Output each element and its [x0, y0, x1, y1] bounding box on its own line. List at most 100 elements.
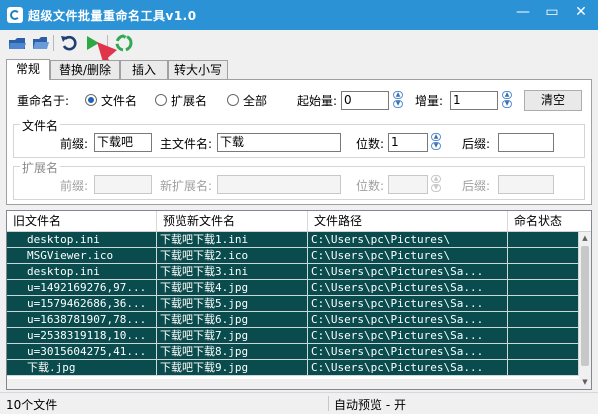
new-extension-input[interactable]: [217, 175, 341, 194]
cell-new-name: 下载吧下载6.jpg: [157, 312, 308, 328]
title-bar[interactable]: 超级文件批量重命名工具v1.0 — ▭ ✕: [0, 0, 598, 30]
tab-insert[interactable]: 插入: [120, 60, 168, 80]
cell-new-name: 下载吧下载2.ico: [157, 248, 308, 264]
radio-extension[interactable]: [155, 94, 167, 106]
minimize-button[interactable]: —: [508, 0, 538, 24]
table-row[interactable]: u=3015604275,41... 下载吧下载8.jpg C:\Users\pc\…: [7, 344, 579, 360]
scroll-thumb[interactable]: [581, 246, 589, 366]
start-value-label: 起始量:: [297, 94, 338, 108]
scroll-up-icon[interactable]: ▲: [581, 233, 589, 243]
column-header-path[interactable]: 文件路径: [308, 211, 508, 231]
ext-digits-input[interactable]: [388, 175, 428, 194]
cell-new-name: 下载吧下载8.jpg: [157, 344, 308, 360]
general-panel: 重命名于: 文件名 扩展名 全部 起始量: 0 ▲ ▼ 增量: 1 ▲ ▼ 清空 文…: [6, 79, 592, 205]
cell-old-name: 下载.jpg: [7, 360, 157, 376]
radio-extension-label[interactable]: 扩展名: [171, 92, 207, 109]
start-value-input[interactable]: 0: [341, 91, 389, 110]
increment-input[interactable]: 1: [450, 91, 498, 110]
digits-input[interactable]: 1: [388, 133, 428, 152]
radio-filename[interactable]: [85, 94, 97, 106]
cell-old-name: u=1638781907,78...: [7, 312, 157, 328]
ext-suffix-label: 后缀:: [462, 179, 491, 193]
column-header-status[interactable]: 命名状态: [508, 211, 591, 231]
cell-new-name: 下载吧下载5.jpg: [157, 296, 308, 312]
digits-label: 位数:: [356, 137, 385, 151]
open-file-icon[interactable]: [30, 33, 50, 53]
table-row[interactable]: u=1638781907,78... 下载吧下载6.jpg C:\Users\pc\…: [7, 312, 579, 328]
ext-digits-stepper[interactable]: ▲ ▼: [430, 175, 442, 194]
undo-icon[interactable]: [59, 33, 79, 53]
run-icon[interactable]: [82, 33, 102, 53]
table-row[interactable]: u=1492169276,97... 下载吧下载4.jpg C:\Users\pc\…: [7, 280, 579, 296]
increment-stepper[interactable]: ▲ ▼: [501, 91, 513, 110]
cell-path: C:\Users\pc\Pictures\Sa...: [308, 264, 508, 280]
maximize-button[interactable]: ▭: [537, 0, 567, 24]
tab-case[interactable]: 转大小写: [168, 60, 228, 80]
table-row[interactable]: desktop.ini 下载吧下载3.ini C:\Users\pc\Picture…: [7, 264, 579, 280]
cell-old-name: u=1579462686,36...: [7, 296, 157, 312]
main-name-input[interactable]: 下载: [217, 133, 341, 152]
extension-group: 扩展名 前缀: 新扩展名: 位数: ▲ ▼ 后缀:: [13, 159, 585, 200]
window-title: 超级文件批量重命名工具v1.0: [28, 9, 197, 23]
table-row[interactable]: MSGViewer.ico 下载吧下载2.ico C:\Users\pc\Pictu…: [7, 248, 579, 264]
table-row[interactable]: u=1579462686,36... 下载吧下载5.jpg C:\Users\pc\…: [7, 296, 579, 312]
radio-all[interactable]: [227, 94, 239, 106]
ext-digits-label: 位数:: [356, 179, 385, 193]
app-logo-icon: [7, 7, 23, 23]
prefix-input[interactable]: 下载吧: [94, 133, 152, 152]
open-folder-icon[interactable]: [7, 33, 27, 53]
extension-group-title: 扩展名: [20, 159, 61, 176]
scroll-down-icon[interactable]: ▼: [581, 377, 589, 387]
column-header-new-name[interactable]: 预览新文件名: [157, 211, 308, 231]
cell-status: [508, 296, 579, 312]
cell-old-name: u=2538319118,10...: [7, 328, 157, 344]
column-header-old-name[interactable]: 旧文件名: [7, 211, 157, 231]
cell-status: [508, 280, 579, 296]
cell-path: C:\Users\pc\Pictures\Sa...: [308, 296, 508, 312]
filename-group: 文件名 前缀: 下载吧 主文件名: 下载 位数: 1 ▲ ▼ 后缀:: [13, 117, 585, 158]
horizontal-scrollbar[interactable]: [7, 379, 579, 389]
clear-button[interactable]: 清空: [524, 90, 582, 111]
table-row[interactable]: u=2538319118,10... 下载吧下载7.jpg C:\Users\pc\…: [7, 328, 579, 344]
increment-label: 增量:: [415, 94, 444, 108]
digits-stepper[interactable]: ▲ ▼: [430, 133, 442, 152]
toolbar: [0, 30, 598, 56]
cell-status: [508, 344, 579, 360]
tab-general[interactable]: 常规: [6, 59, 50, 80]
ext-suffix-input[interactable]: [498, 175, 554, 194]
table-row[interactable]: 下载.jpg 下载吧下载9.jpg C:\Users\pc\Pictures\Sa.…: [7, 360, 579, 376]
cell-new-name: 下载吧下载4.jpg: [157, 280, 308, 296]
cell-new-name: 下载吧下载3.ini: [157, 264, 308, 280]
prefix-label: 前缀:: [60, 137, 89, 151]
cell-status: [508, 328, 579, 344]
main-name-label: 主文件名:: [160, 137, 213, 151]
cell-path: C:\Users\pc\Pictures\Sa...: [308, 280, 508, 296]
radio-filename-label[interactable]: 文件名: [101, 92, 137, 109]
suffix-input[interactable]: [498, 133, 554, 152]
cell-status: [508, 248, 579, 264]
tab-replace-delete[interactable]: 替换/删除: [50, 60, 120, 80]
cell-old-name: desktop.ini: [7, 232, 157, 248]
rename-target-label: 重命名于:: [17, 94, 70, 108]
new-extension-label: 新扩展名:: [160, 179, 213, 193]
cell-new-name: 下载吧下载7.jpg: [157, 328, 308, 344]
cell-status: [508, 312, 579, 328]
cell-status: [508, 232, 579, 248]
start-value-stepper[interactable]: ▲ ▼: [392, 91, 404, 110]
vertical-scrollbar[interactable]: ▲ ▼: [579, 232, 591, 389]
file-list[interactable]: 旧文件名 预览新文件名 文件路径 命名状态 desktop.ini 下载吧下载1.…: [6, 210, 592, 390]
close-button[interactable]: ✕: [566, 0, 596, 24]
toolbar-separator: [107, 35, 108, 51]
cell-old-name: u=3015604275,41...: [7, 344, 157, 360]
ext-prefix-input[interactable]: [94, 175, 152, 194]
cell-new-name: 下载吧下载9.jpg: [157, 360, 308, 376]
recycle-icon[interactable]: [114, 33, 134, 53]
table-row[interactable]: desktop.ini 下载吧下载1.ini C:\Users\pc\Picture…: [7, 232, 579, 248]
filename-group-title: 文件名: [20, 117, 61, 134]
toolbar-separator: [53, 35, 54, 51]
radio-all-label[interactable]: 全部: [243, 92, 267, 109]
file-list-header: 旧文件名 预览新文件名 文件路径 命名状态: [7, 211, 591, 232]
cell-old-name: desktop.ini: [7, 264, 157, 280]
cell-old-name: MSGViewer.ico: [7, 248, 157, 264]
cell-new-name: 下载吧下载1.ini: [157, 232, 308, 248]
